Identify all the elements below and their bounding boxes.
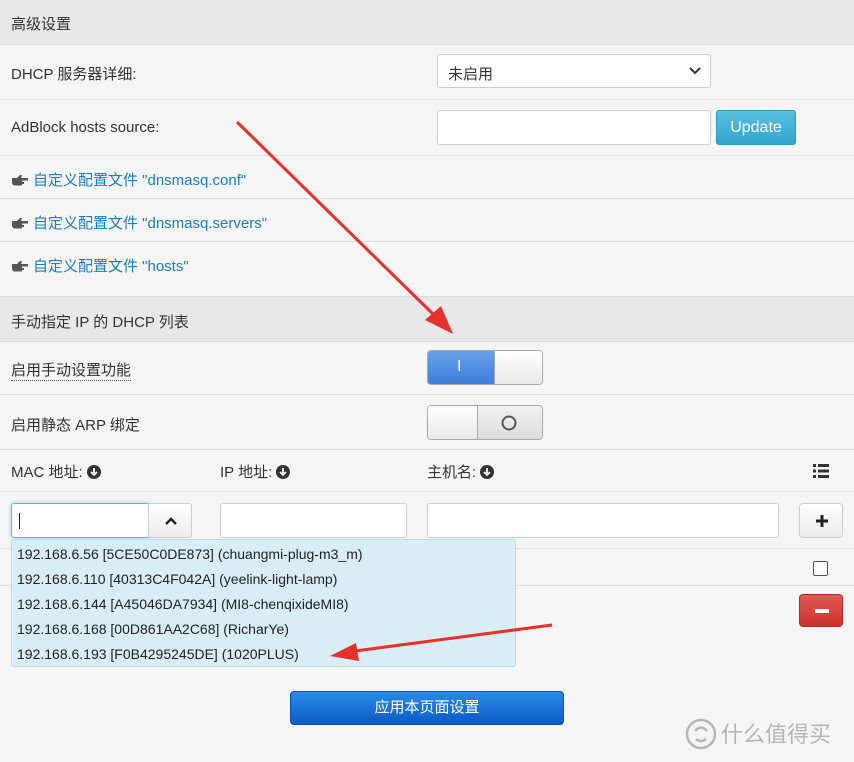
chevron-down-icon [689, 67, 701, 75]
column-mac[interactable]: MAC 地址: [11, 461, 101, 482]
circle-arrow-down-icon [86, 465, 101, 479]
text-cursor [19, 513, 20, 529]
adblock-source-input[interactable] [437, 110, 711, 145]
toggle-off-circle-icon [501, 415, 517, 431]
link-dnsmasq-conf[interactable]: 自定义配置文件 "dnsmasq.conf" [11, 169, 246, 190]
suggestion-item[interactable]: 192.168.6.144 [A45046DA7934] (MI8-chenqi… [17, 596, 349, 612]
manual-dhcp-header: 手动指定 IP 的 DHCP 列表 [0, 296, 854, 342]
watermark-text: 什么值得买 [721, 722, 832, 747]
mac-dropdown-toggle-button[interactable] [148, 503, 192, 538]
mac-combobox-input[interactable] [11, 503, 149, 538]
adblock-label: AdBlock hosts source: [11, 119, 160, 136]
plus-icon [816, 515, 828, 527]
list-icon[interactable] [813, 464, 829, 478]
divider [0, 491, 854, 492]
divider [0, 155, 854, 156]
static-arp-label: 启用静态 ARP 绑定 [11, 417, 140, 434]
advanced-settings-header: 高级设置 [0, 0, 854, 45]
divider [0, 99, 854, 100]
link-label: 自定义配置文件 "dnsmasq.servers" [33, 215, 268, 232]
toggle-handle [494, 351, 542, 384]
link-label: 自定义配置文件 "dnsmasq.conf" [33, 172, 247, 189]
divider [0, 198, 854, 199]
enable-manual-toggle[interactable]: I [427, 350, 543, 385]
suggestion-item[interactable]: 192.168.6.193 [F0B4295245DE] (1020PLUS) [17, 646, 299, 662]
update-button[interactable]: Update [716, 110, 796, 145]
dhcp-detail-value: 未启用 [448, 66, 494, 83]
suggestion-item[interactable]: 192.168.6.168 [00D861AA2C68] (RicharYe) [17, 621, 289, 637]
watermark: 什么值得买 [685, 717, 831, 750]
static-arp-toggle[interactable] [427, 405, 543, 440]
enable-manual-label: 启用手动设置功能 [11, 359, 132, 381]
add-row-button[interactable] [799, 503, 843, 538]
ip-input[interactable] [220, 503, 407, 538]
hand-point-icon [12, 218, 28, 229]
column-ip[interactable]: IP 地址: [220, 461, 291, 482]
toggle-on-glyph: I [457, 358, 462, 375]
hostname-input[interactable] [427, 503, 779, 538]
divider [0, 449, 854, 450]
circle-arrow-down-icon [480, 465, 495, 479]
delete-row-button[interactable] [799, 594, 843, 627]
divider [0, 394, 854, 395]
toggle-handle [428, 406, 478, 439]
column-ip-label: IP 地址: [220, 464, 273, 481]
dhcp-detail-select[interactable]: 未启用 [437, 54, 711, 88]
hand-point-icon [12, 261, 28, 272]
watermark-logo-icon [685, 718, 717, 750]
circle-arrow-down-icon [276, 465, 291, 479]
dhcp-detail-label: DHCP 服务器详细: [11, 66, 137, 83]
link-hosts[interactable]: 自定义配置文件 "hosts" [11, 255, 189, 276]
advanced-settings-title: 高级设置 [11, 16, 72, 33]
hand-point-icon [12, 175, 28, 186]
row-select-checkbox[interactable] [813, 561, 828, 576]
link-label: 自定义配置文件 "hosts" [33, 258, 189, 275]
manual-dhcp-title: 手动指定 IP 的 DHCP 列表 [11, 314, 189, 331]
chevron-up-icon [165, 517, 177, 525]
minus-icon [815, 609, 829, 613]
mac-suggestion-list: 192.168.6.56 [5CE50C0DE873] (chuangmi-pl… [11, 539, 516, 667]
link-dnsmasq-servers[interactable]: 自定义配置文件 "dnsmasq.servers" [11, 212, 267, 233]
divider [0, 241, 854, 242]
column-host-label: 主机名: [427, 464, 477, 481]
suggestion-item[interactable]: 192.168.6.110 [40313C4F042A] (yeelink-li… [17, 571, 337, 587]
suggestion-item[interactable]: 192.168.6.56 [5CE50C0DE873] (chuangmi-pl… [17, 546, 363, 562]
column-host[interactable]: 主机名: [427, 461, 495, 482]
apply-settings-button[interactable]: 应用本页面设置 [290, 691, 564, 725]
column-mac-label: MAC 地址: [11, 464, 83, 481]
